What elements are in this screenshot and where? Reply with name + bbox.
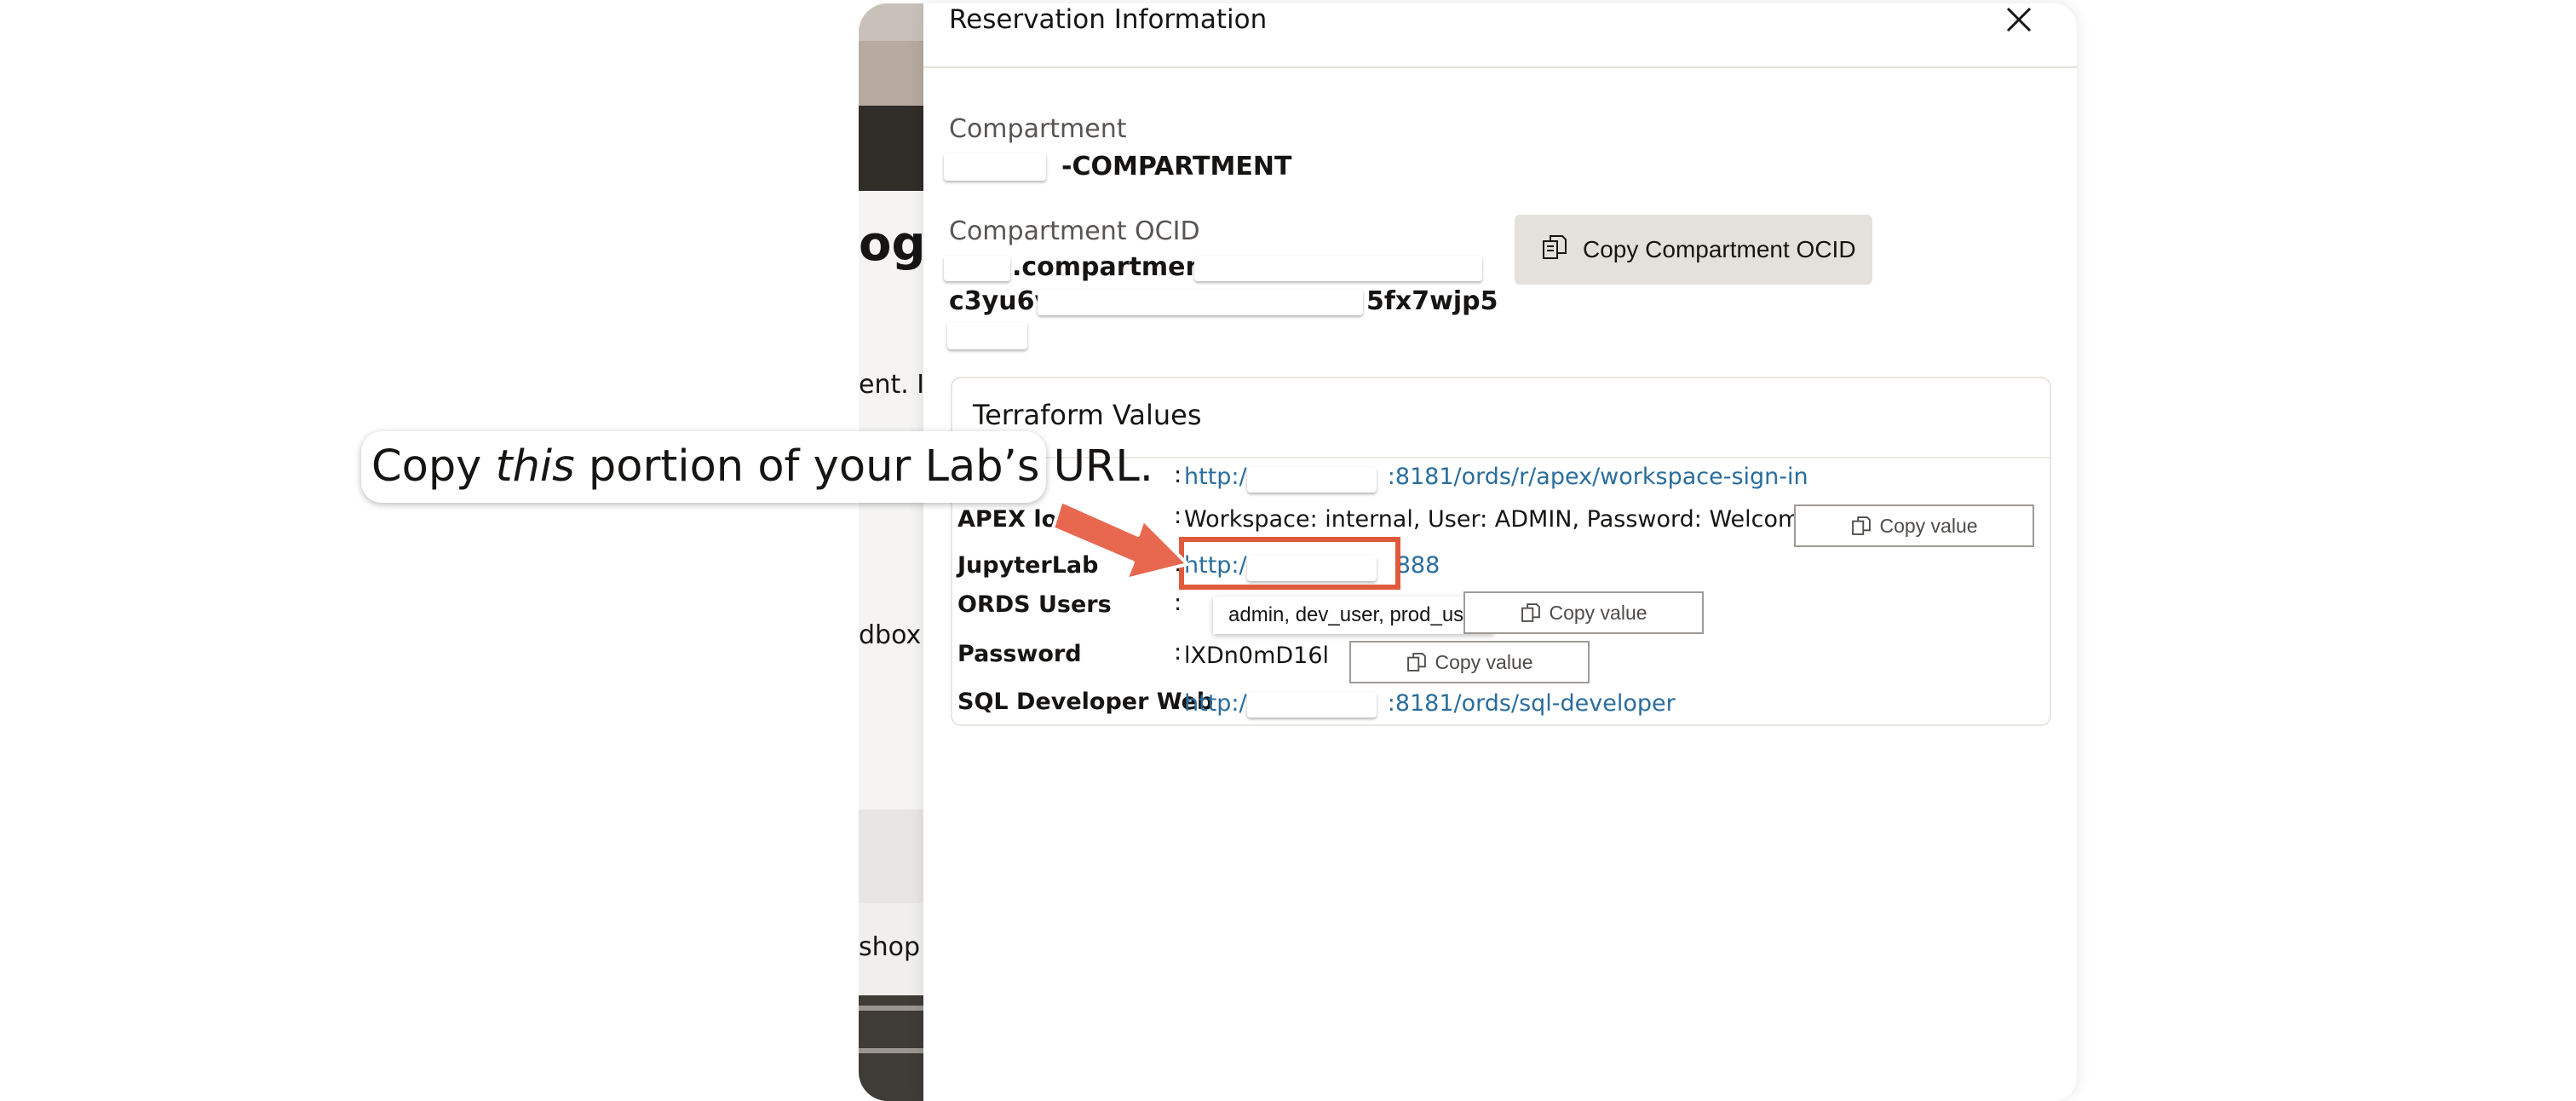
copy-icon: [1407, 653, 1427, 672]
compartment-label: Compartment: [949, 114, 1127, 144]
copy-compartment-ocid-label: Copy Compartment OCID: [1583, 236, 1856, 262]
compartment-value: -COMPARTMENT: [1061, 152, 1292, 182]
copy-value-label: Copy value: [1879, 514, 1978, 537]
apex-login-value: Workspace: internal, User: ADMIN, Passwo…: [1184, 506, 1841, 533]
terraform-row-separator: :: [1174, 639, 1182, 666]
compartment-ocid-value-line2-start: c3yu6v: [949, 286, 1051, 316]
copy-value-label: Copy value: [1435, 650, 1533, 673]
close-icon[interactable]: [2001, 3, 2035, 37]
title-divider: [923, 66, 2077, 68]
copy-icon: [1540, 233, 1583, 268]
instruction-callout: Copy this portion of your Lab’s URL.: [361, 431, 1153, 503]
dialog-title: Reservation Information: [949, 4, 1268, 35]
terraform-row-key: ORDS Users: [957, 591, 1112, 618]
redaction-box: [1194, 256, 1482, 281]
terraform-row-separator: :: [1174, 590, 1182, 616]
arrow-icon: [1051, 499, 1189, 581]
copy-icon: [1852, 516, 1872, 535]
compartment-ocid-label: Compartment OCID: [949, 216, 1200, 246]
redaction-box: [1247, 467, 1377, 493]
redaction-box: [947, 322, 1027, 349]
copy-password-button[interactable]: Copy value: [1349, 641, 1590, 683]
redaction-box: [944, 153, 1046, 181]
copy-icon: [1521, 603, 1541, 622]
background-text-fragment: ent. I: [859, 370, 925, 400]
copy-compartment-ocid-button[interactable]: Copy Compartment OCID: [1515, 215, 1872, 285]
redaction-box: [944, 256, 1010, 281]
copy-ords-users-button[interactable]: Copy value: [1463, 591, 1704, 634]
background-text-fragment: dbox: [859, 620, 922, 650]
redaction-box: [1038, 290, 1363, 315]
password-value: lXDn0mD16l: [1184, 643, 1330, 669]
copy-apex-login-button[interactable]: Copy value: [1794, 504, 2034, 547]
terraform-row-key: Password: [957, 641, 1082, 667]
compartment-ocid-value-line2-end: 5fx7wjp5: [1366, 286, 1498, 316]
jupyterlab-url-highlight: [1179, 537, 1400, 590]
redaction-box: [1247, 692, 1377, 718]
terraform-values-title: Terraform Values: [973, 399, 1202, 431]
copy-value-label: Copy value: [1549, 601, 1647, 624]
ords-users-value: admin, dev_user, prod_user: [1213, 597, 1494, 634]
terraform-row-separator: :: [1174, 689, 1182, 715]
